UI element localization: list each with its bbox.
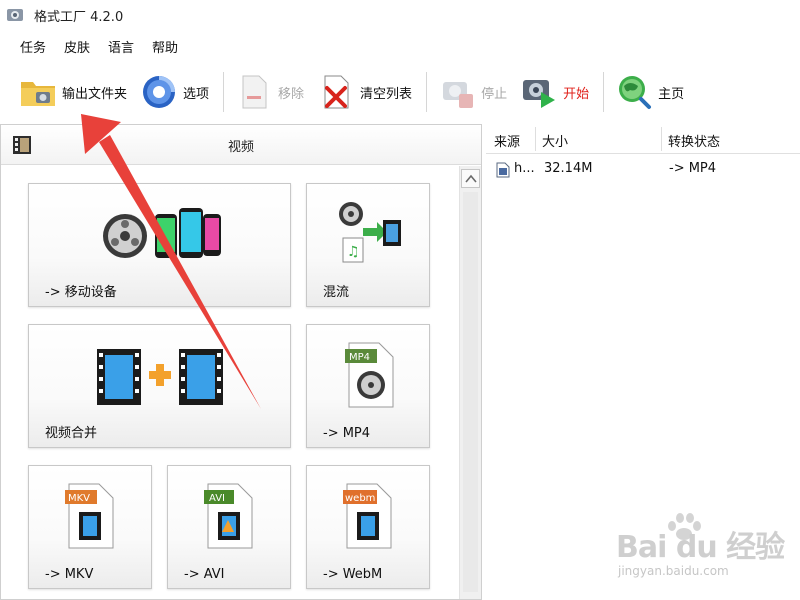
toolbar: 输出文件夹 选项 移除 清空列表 停止 开始 主页 (0, 62, 800, 122)
output-folder-button[interactable]: 输出文件夹 (14, 66, 131, 118)
video-file-icon (496, 162, 510, 178)
mobile-devices-icon (103, 208, 221, 258)
column-status[interactable]: 转换状态 (668, 131, 720, 150)
tile-mp4-label: -> MP4 (323, 426, 371, 441)
mp4-file-icon: MP4 (345, 342, 394, 408)
scroll-thumb[interactable] (463, 192, 478, 592)
mp4-badge-text: MP4 (349, 352, 370, 363)
start-button[interactable]: 开始 (515, 66, 593, 118)
tile-mux[interactable]: ♫ 混流 (306, 183, 430, 307)
menu-bar: 任务 皮肤 语言 帮助 (0, 34, 196, 58)
mkv-file-icon: MKV (65, 483, 114, 549)
output-folder-label: 输出文件夹 (62, 86, 128, 102)
webm-badge-text: webm (345, 493, 375, 504)
column-source[interactable]: 来源 (494, 131, 520, 150)
window-title: 格式工厂 4.2.0 (34, 9, 124, 25)
format-factory-logo-icon (7, 9, 23, 21)
stop-icon (443, 82, 474, 108)
tile-webm-label: -> WebM (323, 567, 383, 582)
tile-mobile-device[interactable]: -> 移动设备 (28, 183, 291, 307)
tile-video-join-label: 视频合并 (45, 426, 98, 441)
remove-document-icon (242, 75, 267, 109)
toolbar-separator (426, 72, 428, 112)
menu-help[interactable]: 帮助 (152, 37, 178, 56)
table-row[interactable]: h... 32.14M -> MP4 (486, 158, 800, 182)
mux-icon: ♫ (339, 202, 401, 263)
scroll-up-button[interactable] (461, 169, 480, 188)
row-source: h... (514, 161, 535, 176)
video-category-label: 视频 (227, 140, 254, 155)
remove-label: 移除 (278, 86, 305, 102)
menu-language[interactable]: 语言 (108, 37, 134, 56)
home-label: 主页 (658, 86, 685, 102)
tile-avi[interactable]: AVI -> AVI (167, 465, 291, 589)
home-globe-icon (619, 76, 652, 109)
tile-video-join[interactable]: 视频合并 (28, 324, 291, 448)
options-label: 选项 (183, 86, 210, 102)
video-panel: 视频 -> 移动设备 ♫ 混流 视频合并 MP4 -> MP4 MKV -> M… (0, 124, 482, 600)
conversion-tiles: -> 移动设备 ♫ 混流 视频合并 MP4 -> MP4 MKV -> MKV … (1, 166, 459, 600)
tile-mp4[interactable]: MP4 -> MP4 (306, 324, 430, 448)
avi-badge-text: AVI (209, 493, 225, 504)
watermark-sub: jingyan.baidu.com (618, 564, 729, 578)
options-button[interactable]: 选项 (135, 66, 213, 118)
watermark-main: Bai du 经验 (616, 530, 785, 565)
tile-mkv[interactable]: MKV -> MKV (28, 465, 152, 589)
baidu-watermark: Bai du 经验 jingyan.baidu.com (598, 512, 788, 592)
folder-icon (21, 82, 55, 106)
video-join-icon (97, 349, 223, 405)
start-icon (523, 80, 556, 108)
mkv-badge-text: MKV (68, 493, 90, 504)
row-size: 32.14M (544, 161, 593, 176)
tile-avi-label: -> AVI (184, 567, 225, 582)
column-divider[interactable] (661, 127, 662, 151)
column-divider[interactable] (535, 127, 536, 151)
tiles-scrollbar[interactable] (459, 166, 481, 599)
menu-skin[interactable]: 皮肤 (64, 37, 90, 56)
svg-text:♫: ♫ (347, 244, 360, 260)
menu-task[interactable]: 任务 (20, 37, 46, 56)
clear-list-button[interactable]: 清空列表 (312, 66, 416, 118)
chevron-up-icon (465, 174, 477, 183)
tile-mux-label: 混流 (323, 285, 350, 300)
stop-button[interactable]: 停止 (433, 66, 511, 118)
tile-mobile-device-label: -> 移动设备 (45, 285, 117, 300)
clear-list-icon (324, 75, 349, 109)
tile-webm[interactable]: webm -> WebM (306, 465, 430, 589)
toolbar-separator (223, 72, 225, 112)
row-status: -> MP4 (669, 161, 717, 176)
column-size[interactable]: 大小 (542, 131, 568, 150)
tile-mkv-label: -> MKV (45, 567, 94, 582)
home-button[interactable]: 主页 (610, 66, 688, 118)
clear-list-label: 清空列表 (360, 86, 413, 102)
title-bar: 格式工厂 4.2.0 (0, 0, 800, 30)
remove-button[interactable]: 移除 (230, 66, 308, 118)
avi-file-icon: AVI (204, 483, 253, 549)
options-gear-icon (143, 76, 176, 108)
stop-label: 停止 (481, 86, 508, 102)
toolbar-separator (603, 72, 605, 112)
webm-file-icon: webm (343, 483, 392, 549)
video-category-header[interactable]: 视频 (1, 125, 481, 165)
start-label: 开始 (563, 86, 590, 102)
task-list-header: 来源 大小 转换状态 (486, 124, 800, 154)
